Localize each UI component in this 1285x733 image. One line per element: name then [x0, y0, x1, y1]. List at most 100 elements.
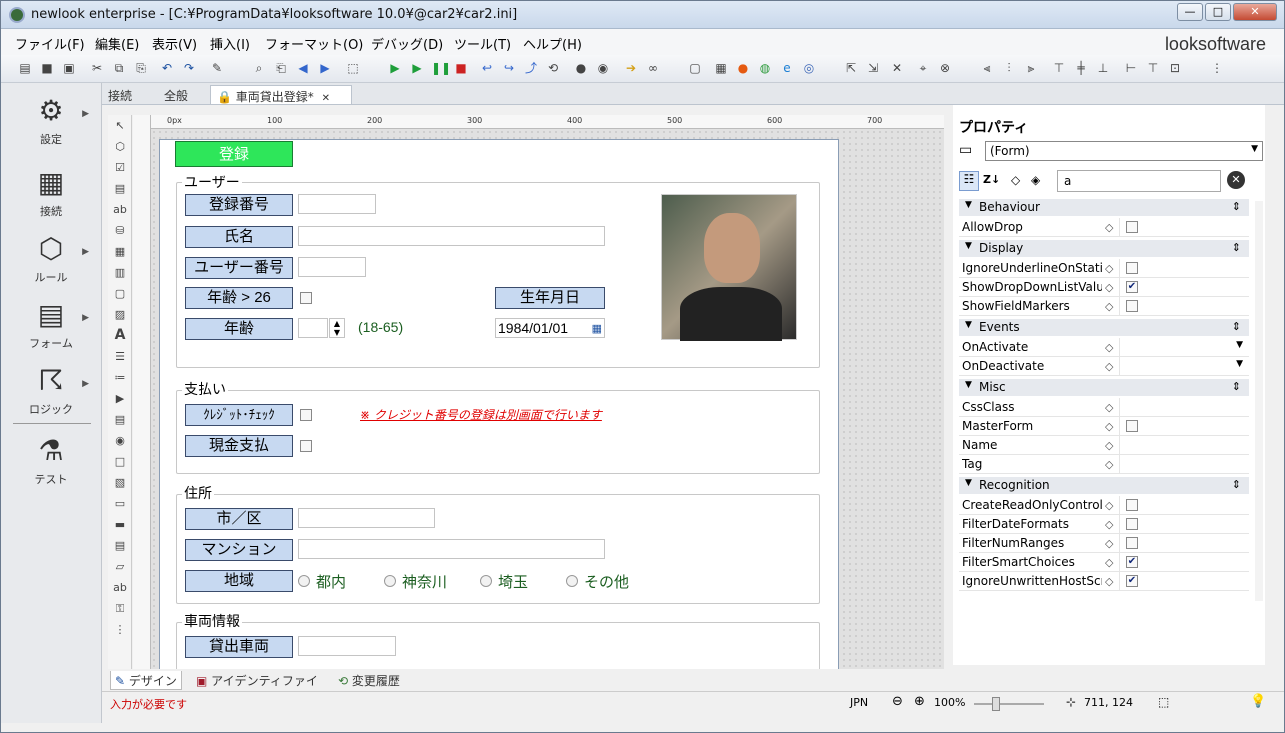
step-over-icon[interactable]: ↪ — [501, 60, 517, 76]
property-checkbox[interactable] — [1126, 499, 1138, 511]
pause-icon[interactable]: ❚❚ — [431, 60, 451, 76]
property-value[interactable] — [1119, 218, 1247, 236]
rect-tool-icon[interactable]: □ — [108, 451, 132, 472]
property-checkbox[interactable] — [1126, 221, 1138, 233]
property-value[interactable]: ✔ — [1119, 278, 1247, 296]
save-all-icon[interactable]: ▣ — [61, 60, 77, 76]
spacing-icon[interactable]: ⋮ — [1209, 60, 1225, 76]
chevron-down-icon[interactable]: ▼ — [1236, 359, 1243, 369]
list-tool-icon[interactable]: ▥ — [108, 262, 132, 283]
undo-icon[interactable]: ↶ — [159, 60, 175, 76]
property-row[interactable]: OnDeactivate ◇ ▼ — [959, 357, 1249, 376]
property-diamond-icon[interactable]: ◇ — [1105, 439, 1113, 452]
sort-icon[interactable]: ⇕ — [1232, 380, 1241, 393]
sort-icon[interactable]: ⇕ — [1232, 478, 1241, 491]
property-checkbox[interactable]: ✔ — [1126, 281, 1138, 293]
menu-view[interactable]: 表示(V) — [152, 34, 197, 53]
brush-icon[interactable]: ✎ — [209, 60, 225, 76]
cube-tool-icon[interactable]: ⬡ — [108, 136, 132, 157]
property-diamond-icon[interactable]: ◇ — [1105, 221, 1113, 234]
property-diamond-icon[interactable]: ◇ — [1105, 360, 1113, 373]
property-row[interactable]: Tag ◇ — [959, 455, 1249, 474]
property-checkbox[interactable] — [1126, 420, 1138, 432]
property-diamond-icon[interactable]: ◇ — [1105, 262, 1113, 275]
step-out-icon[interactable]: ⤴ — [523, 60, 539, 76]
tab-vehicle-rental[interactable]: 🔒 車両貸出登録* ✕ — [210, 85, 352, 104]
property-diamond-icon[interactable]: ◇ — [1105, 281, 1113, 294]
property-category[interactable]: ▼ Display ⇕ — [959, 240, 1249, 257]
name-input[interactable] — [298, 226, 605, 246]
region-radio-kanagawa[interactable] — [384, 575, 396, 587]
property-value[interactable] — [1119, 297, 1247, 315]
table-tool-icon[interactable]: ▤ — [108, 409, 132, 430]
object-selector[interactable]: (Form) ▼ — [985, 141, 1263, 161]
copy-icon[interactable]: ⧉ — [111, 60, 127, 76]
property-row[interactable]: ShowDropDownListValue ◇ ✔ — [959, 278, 1249, 297]
align-center-icon[interactable]: ⫶ — [1001, 60, 1017, 76]
align-right-icon[interactable]: ⫸ — [1023, 60, 1039, 76]
breakpoint-icon[interactable]: ● — [573, 60, 589, 76]
menu-debug[interactable]: デバッグ(D) — [371, 34, 443, 53]
reg-no-input[interactable] — [298, 194, 376, 214]
chrome-icon[interactable]: ◍ — [757, 60, 773, 76]
property-value[interactable] — [1119, 515, 1247, 533]
cash-checkbox[interactable] — [300, 440, 312, 452]
canvas-scrollbar[interactable] — [944, 115, 953, 669]
glasses-icon[interactable]: ∞ — [645, 60, 661, 76]
forward-icon[interactable]: ▶ — [317, 60, 333, 76]
property-row[interactable]: CssClass ◇ — [959, 398, 1249, 417]
nav-connection[interactable]: ▦ 接続 — [1, 167, 101, 219]
find-icon[interactable]: ⌕ — [251, 60, 267, 76]
property-row[interactable]: FilterNumRanges ◇ — [959, 534, 1249, 553]
property-diamond-icon[interactable]: ◇ — [1105, 341, 1113, 354]
menu-file[interactable]: ファイル(F) — [15, 34, 85, 53]
property-diamond-icon[interactable]: ◇ — [1105, 300, 1113, 313]
picture-tool-icon[interactable]: ▧ — [108, 472, 132, 493]
age-spinner[interactable]: ▲ ▼ — [329, 318, 345, 338]
region-radio-saitama[interactable] — [480, 575, 492, 587]
tab-general[interactable]: 全般 — [158, 85, 194, 104]
property-value[interactable] — [1119, 534, 1247, 552]
property-value[interactable]: ▼ — [1119, 357, 1247, 375]
run-step-icon[interactable]: ▶ — [409, 60, 425, 76]
property-category[interactable]: ▼ Recognition ⇕ — [959, 477, 1249, 494]
menu-tools[interactable]: ツール(T) — [454, 34, 511, 53]
align-tool-icon[interactable]: ⇱ — [843, 60, 859, 76]
label-tool-icon[interactable]: A — [108, 325, 132, 346]
firefox-icon[interactable]: ● — [735, 60, 751, 76]
menu-edit[interactable]: 編集(E) — [95, 34, 139, 53]
watch-icon[interactable]: ◉ — [595, 60, 611, 76]
rental-vehicle-input[interactable] — [298, 636, 396, 656]
property-value[interactable]: ✔ — [1119, 553, 1247, 571]
register-button[interactable]: 登録 — [175, 141, 293, 167]
property-row[interactable]: IgnoreUnderlineOnStatic ◇ — [959, 259, 1249, 278]
redo-icon[interactable]: ↷ — [181, 60, 197, 76]
scroll-tool-icon[interactable]: ▬ — [108, 514, 132, 535]
replace-icon[interactable]: ⎗ — [273, 60, 289, 76]
run-icon[interactable]: ▶ — [387, 60, 403, 76]
align-top-icon[interactable]: ⊤ — [1051, 60, 1067, 76]
nav-forms[interactable]: ▤ フォーム ▶ — [1, 299, 101, 351]
abl-tool-icon[interactable]: ab — [108, 577, 132, 598]
new-icon[interactable]: ▤ — [17, 60, 33, 76]
align-tool-2-icon[interactable]: ⇲ — [865, 60, 881, 76]
birth-date-input[interactable]: 1984/01/01 ▦ — [495, 318, 605, 338]
arrow-right-icon[interactable]: ➔ — [623, 60, 639, 76]
events-icon[interactable]: ◈ — [1031, 173, 1040, 187]
property-checkbox[interactable]: ✔ — [1126, 575, 1138, 587]
key-tool-icon[interactable]: ⚿ — [108, 598, 132, 619]
close-button[interactable]: ✕ — [1233, 3, 1277, 21]
pointer-tool-icon[interactable]: ↖ — [108, 115, 132, 136]
align-left-icon[interactable]: ⫷ — [979, 60, 995, 76]
zoom-out-icon[interactable]: ⊖ — [892, 694, 903, 709]
collapse-arrow-icon[interactable]: ▼ — [965, 478, 972, 488]
collapse-arrow-icon[interactable]: ▼ — [965, 241, 972, 251]
user-no-input[interactable] — [298, 257, 366, 277]
zoom-slider-thumb[interactable] — [992, 697, 1000, 711]
property-checkbox[interactable] — [1126, 518, 1138, 530]
property-diamond-icon[interactable]: ◇ — [1105, 420, 1113, 433]
sort-icon[interactable]: ⇕ — [1232, 320, 1241, 333]
nav-rules[interactable]: ⬡ ルール ▶ — [1, 233, 101, 285]
folder-tool-icon[interactable]: ▱ — [108, 556, 132, 577]
property-diamond-icon[interactable]: ◇ — [1105, 518, 1113, 531]
